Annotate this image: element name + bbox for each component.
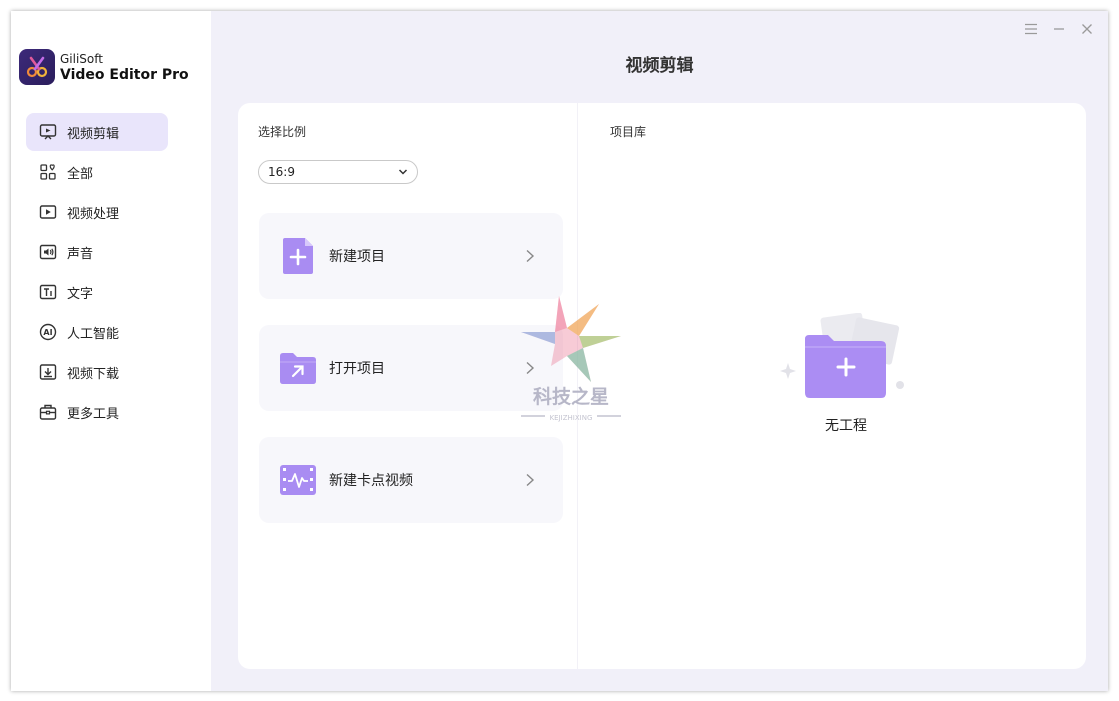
sidebar-item-all[interactable]: 全部 [26,153,168,191]
new-file-icon [279,237,317,275]
sidebar-item-label: 视频剪辑 [67,126,120,142]
chevron-right-icon [523,249,537,263]
card-label: 打开项目 [329,361,385,377]
project-library-label: 项目库 [610,125,647,139]
minimize-button[interactable] [1050,20,1068,38]
empty-folder-icon [776,312,916,403]
open-folder-icon [279,349,317,387]
brand-name: GiliSoft [60,51,103,66]
sidebar-item-video-edit[interactable]: 视频剪辑 [26,113,168,151]
close-button[interactable] [1078,20,1096,38]
sidebar-item-video-process[interactable]: 视频处理 [26,193,168,231]
menu-icon [1024,20,1038,39]
card-label: 新建卡点视频 [329,473,413,489]
app-logo-icon [19,49,55,85]
sidebar-item-label: 视频处理 [67,206,120,222]
minimize-icon [1053,20,1065,39]
card-label: 新建项目 [329,249,385,265]
sidebar-nav: 视频剪辑 全部 视频处理 声音 文字 AI 人工智能 视频下载 更多工具 [26,113,168,433]
chevron-right-icon [523,473,537,487]
product-name: Video Editor Pro [60,66,189,83]
app-window: GiliSoft Video Editor Pro 视频剪辑 全部 视频处理 声… [11,11,1108,691]
ratio-label: 选择比例 [258,125,307,139]
audio-icon [39,243,57,261]
aspect-ratio-select[interactable]: 16:9 [258,160,418,184]
video-edit-icon [39,123,57,141]
page-title: 视频剪辑 [625,56,694,76]
window-controls [1022,20,1096,38]
beat-video-icon [279,461,317,499]
sidebar-item-more-tools[interactable]: 更多工具 [26,393,168,431]
sidebar-item-label: 视频下载 [67,366,120,382]
sidebar-item-label: 声音 [67,246,94,262]
brand: GiliSoft Video Editor Pro [19,49,189,85]
sidebar: GiliSoft Video Editor Pro 视频剪辑 全部 视频处理 声… [11,11,211,691]
sidebar-item-text[interactable]: 文字 [26,273,168,311]
svg-text:AI: AI [43,328,52,337]
sidebar-item-label: 更多工具 [67,406,120,422]
watermark-logo: 科技之星 KEJIZHIXING [509,296,629,426]
sidebar-item-label: 全部 [67,166,94,182]
close-icon [1081,20,1093,39]
new-project-button[interactable]: 新建项目 [259,213,563,299]
all-apps-icon [39,163,57,181]
menu-button[interactable] [1022,20,1040,38]
sidebar-item-audio[interactable]: 声音 [26,233,168,271]
sidebar-item-ai[interactable]: AI 人工智能 [26,313,168,351]
ai-icon: AI [39,323,57,341]
new-beat-video-button[interactable]: 新建卡点视频 [259,437,563,523]
sidebar-item-label: 文字 [67,286,94,302]
sidebar-item-label: 人工智能 [67,326,120,342]
empty-state-text: 无工程 [825,418,867,434]
download-icon [39,363,57,381]
sidebar-item-download[interactable]: 视频下载 [26,353,168,391]
main-panel: 选择比例 16:9 新建项目 打开项目 新建卡点视频 项目库 无工程 [238,103,1086,669]
ratio-value: 16:9 [268,165,295,179]
video-process-icon [39,203,57,221]
watermark-text: 科技之星 [533,385,609,408]
chevron-down-icon [398,165,408,179]
text-icon [39,283,57,301]
watermark-subtext: KEJIZHIXING [550,414,593,422]
toolbox-icon [39,403,57,421]
